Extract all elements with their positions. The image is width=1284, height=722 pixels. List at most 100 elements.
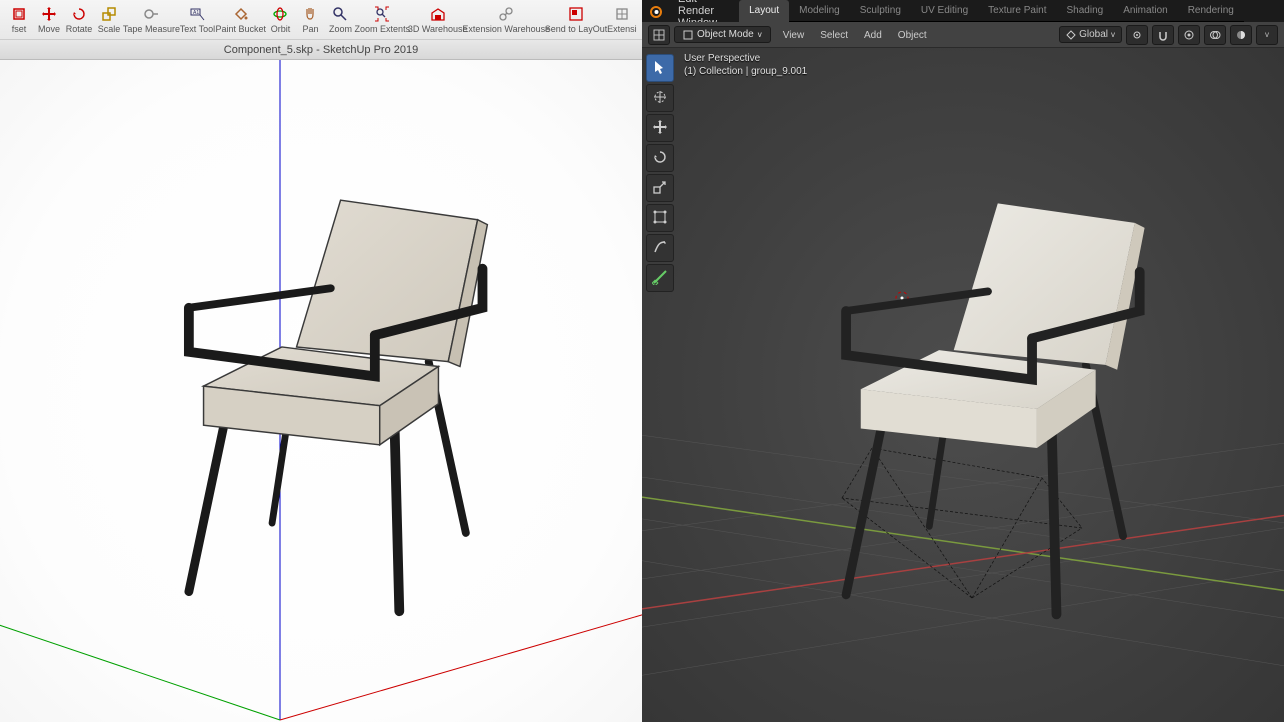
su-tool-label: Rotate xyxy=(66,24,93,34)
bl-header-menu-add[interactable]: Add xyxy=(856,28,890,43)
su-tool-label: Pan xyxy=(302,24,318,34)
rotate-icon xyxy=(70,5,88,23)
bl-tool-annotate[interactable] xyxy=(646,234,674,262)
su-tool-extensions[interactable]: Extensi xyxy=(606,0,638,39)
su-tool-text[interactable]: A1 Text Tool xyxy=(179,0,216,39)
mode-dropdown-label: Object Mode xyxy=(697,29,754,40)
su-tool-label: Scale xyxy=(98,24,121,34)
shading-dropdown-icon[interactable]: v xyxy=(1256,25,1278,45)
zoom-icon xyxy=(331,5,349,23)
select-box-icon xyxy=(652,59,668,78)
blender-tool-shelf xyxy=(646,54,676,292)
pivot-dropdown-icon[interactable] xyxy=(1126,25,1148,45)
bl-tab-rendering[interactable]: Rendering xyxy=(1178,0,1244,22)
su-tool-label: Zoom Extents xyxy=(355,24,411,34)
bl-menu-render[interactable]: Render xyxy=(670,5,725,17)
pan-icon xyxy=(301,5,319,23)
tape-icon xyxy=(142,5,160,23)
shading-toggle-icon[interactable] xyxy=(1230,25,1252,45)
bl-tab-shading[interactable]: Shading xyxy=(1057,0,1114,22)
object-mode-icon xyxy=(683,30,693,40)
su-tool-rotate[interactable]: Rotate xyxy=(64,0,94,39)
editor-type-icon[interactable] xyxy=(648,25,670,45)
move-icon xyxy=(40,5,58,23)
extensions-icon xyxy=(613,5,631,23)
bl-tab-uv-editing[interactable]: UV Editing xyxy=(911,0,978,22)
bl-tool-scale[interactable] xyxy=(646,174,674,202)
transform-icon xyxy=(652,209,668,228)
sketchup-pane: fset MoveRotate ScaleTape Measure A1 Text To… xyxy=(0,0,642,722)
chair-leg-front-left xyxy=(189,406,228,592)
bl-tab-layout[interactable]: Layout xyxy=(739,0,789,22)
overlays-toggle-icon[interactable] xyxy=(1204,25,1226,45)
orientation-dropdown[interactable]: Global v xyxy=(1059,26,1122,43)
bl-tool-transform[interactable] xyxy=(646,204,674,232)
su-tool-layout[interactable]: Send to LayOut xyxy=(546,0,605,39)
blender-chair-model xyxy=(788,164,1168,624)
overlay-collection: (1) Collection | group_9.001 xyxy=(684,65,807,78)
bl-tool-move[interactable] xyxy=(646,114,674,142)
su-tool-label: Extension Warehouse xyxy=(462,24,550,34)
blender-workspace-tabs: LayoutModelingSculptingUV EditingTexture… xyxy=(739,0,1244,22)
su-tool-warehouse[interactable]: 3D Warehouse xyxy=(409,0,466,39)
su-tool-zoom-extents[interactable]: Zoom Extents xyxy=(355,0,409,39)
bl-header-menu-select[interactable]: Select xyxy=(812,28,856,43)
overlay-perspective: User Perspective xyxy=(684,52,807,65)
orbit-icon xyxy=(271,5,289,23)
su-tool-scale[interactable]: Scale xyxy=(94,0,124,39)
measure-icon xyxy=(652,269,668,288)
orientation-icon xyxy=(1066,30,1076,40)
sketchup-chair-model xyxy=(131,161,511,621)
bl-tab-animation[interactable]: Animation xyxy=(1113,0,1177,22)
warehouse-icon xyxy=(429,5,447,23)
bl-tool-select-box[interactable] xyxy=(646,54,674,82)
viewport-overlay-text: User Perspective (1) Collection | group_… xyxy=(684,52,807,78)
rotate-icon xyxy=(652,149,668,168)
scale-icon xyxy=(652,179,668,198)
bucket-icon xyxy=(232,5,250,23)
bl-header-menu-object[interactable]: Object xyxy=(890,28,935,43)
bl-tab-sculpting[interactable]: Sculpting xyxy=(850,0,911,22)
su-tool-label: fset xyxy=(12,24,27,34)
bl-tool-measure[interactable] xyxy=(646,264,674,292)
sketchup-title: Component_5.skp - SketchUp Pro 2019 xyxy=(224,44,418,56)
su-tool-offset[interactable]: fset xyxy=(4,0,34,39)
zoom-extents-icon xyxy=(373,5,391,23)
blender-menubar: FileEditRenderWindowHelp LayoutModelingS… xyxy=(642,0,1284,22)
su-tool-label: Zoom xyxy=(329,24,352,34)
proportional-edit-icon[interactable] xyxy=(1178,25,1200,45)
blender-viewport[interactable]: User Perspective (1) Collection | group_… xyxy=(642,48,1284,722)
su-tool-label: Send to LayOut xyxy=(545,24,608,34)
blender-pane: FileEditRenderWindowHelp LayoutModelingS… xyxy=(642,0,1284,722)
su-tool-pan[interactable]: Pan xyxy=(295,0,325,39)
su-tool-zoom[interactable]: Zoom xyxy=(325,0,355,39)
su-tool-label: Orbit xyxy=(271,24,291,34)
cursor-icon xyxy=(652,89,668,108)
bl-tool-rotate[interactable] xyxy=(646,144,674,172)
sketchup-viewport[interactable] xyxy=(0,60,642,722)
bl-tab-modeling[interactable]: Modeling xyxy=(789,0,850,22)
blender-3dview-header: Object Mode v ViewSelectAddObject Global… xyxy=(642,22,1284,48)
su-tool-label: 3D Warehouse xyxy=(408,24,468,34)
snap-toggle-icon[interactable] xyxy=(1152,25,1174,45)
mode-dropdown[interactable]: Object Mode v xyxy=(674,26,771,43)
move-icon xyxy=(652,119,668,138)
layout-icon xyxy=(567,5,585,23)
bl-tab-texture-paint[interactable]: Texture Paint xyxy=(978,0,1056,22)
su-tool-label: Tape Measure xyxy=(123,24,180,34)
su-tool-orbit[interactable]: Orbit xyxy=(265,0,295,39)
su-tool-label: Text Tool xyxy=(180,24,215,34)
su-tool-bucket[interactable]: Paint Bucket xyxy=(216,0,266,39)
bl-header-menu-view[interactable]: View xyxy=(775,28,813,43)
text-icon: A1 xyxy=(188,5,206,23)
su-tool-move[interactable]: Move xyxy=(34,0,64,39)
scale-icon xyxy=(100,5,118,23)
annotate-icon xyxy=(652,239,668,258)
sketchup-titlebar: Component_5.skp - SketchUp Pro 2019 xyxy=(0,40,642,60)
chair-leg-front-right xyxy=(394,420,399,611)
su-tool-tape[interactable]: Tape Measure xyxy=(124,0,179,39)
bl-tool-cursor[interactable] xyxy=(646,84,674,112)
chevron-down-icon: v xyxy=(758,30,762,39)
su-tool-ext-warehouse[interactable]: Extension Warehouse xyxy=(466,0,546,39)
svg-text:A1: A1 xyxy=(193,10,199,16)
